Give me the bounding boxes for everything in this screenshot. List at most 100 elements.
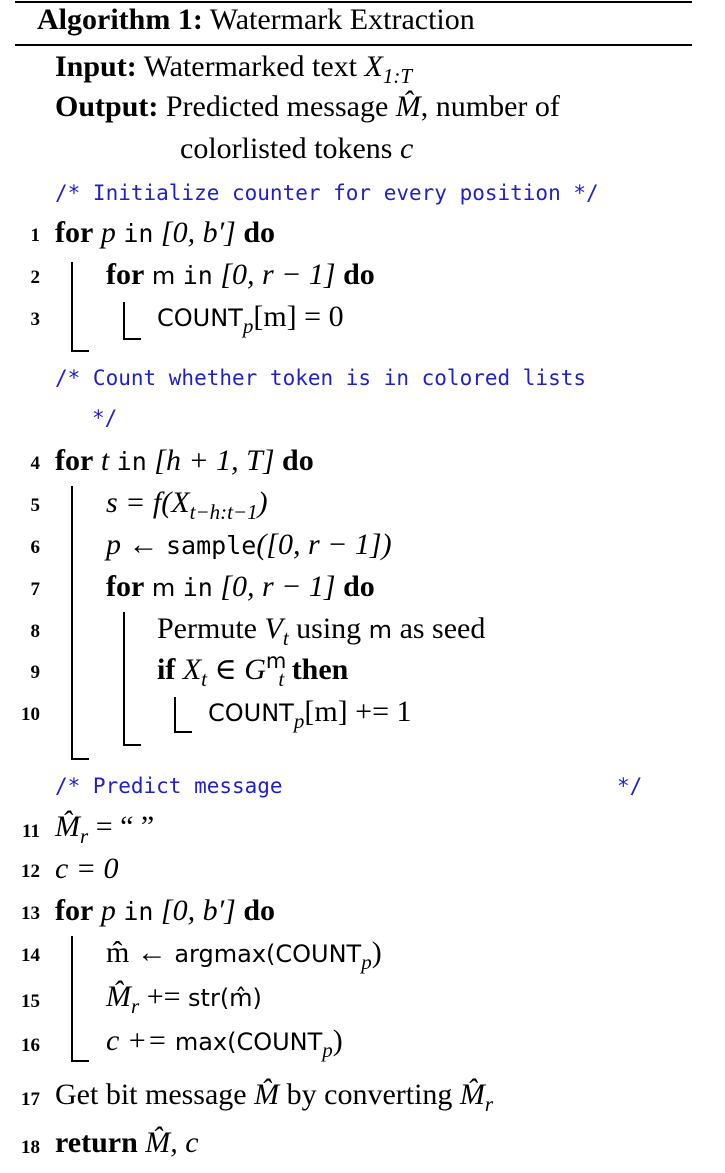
code-line-4: for t in [h + 1, T] do	[55, 446, 314, 476]
var: m	[151, 262, 176, 290]
line-number: 8	[30, 621, 41, 642]
vocab-var: V	[264, 612, 283, 645]
block-foot	[123, 744, 141, 746]
line-number: 6	[30, 537, 41, 558]
var: M̂	[106, 980, 131, 1013]
comment-initialize: /* Initialize counter for every position…	[55, 181, 599, 205]
comment-predict-end: */	[617, 774, 643, 798]
input-sub: 1:T	[382, 64, 413, 88]
var: X	[182, 653, 202, 686]
text: by converting	[286, 1078, 453, 1111]
paren: )	[257, 486, 268, 519]
title-rule	[15, 44, 692, 46]
text: Get bit message	[55, 1078, 247, 1111]
block-line	[71, 486, 73, 760]
line-number: 11	[22, 821, 40, 842]
range: [0, b′]	[160, 216, 236, 249]
fn-argmax: argmax(COUNT	[174, 940, 362, 968]
var: m	[368, 616, 393, 644]
kw-in: in	[123, 219, 154, 248]
sub: r	[484, 1092, 494, 1116]
arg: ([0, r − 1])	[256, 528, 392, 561]
algorithm-label: Algorithm 1:	[37, 3, 203, 36]
sub: t−h:t−1	[189, 500, 258, 524]
code-line-10: COUNTp[m] += 1	[208, 697, 411, 732]
algorithm-title: Algorithm 1: Watermark Extraction	[37, 5, 475, 35]
var: M̂	[145, 1126, 171, 1159]
var: p ←	[106, 528, 159, 561]
set: ∈ G	[214, 653, 266, 686]
fn-max: max(COUNT	[174, 1028, 323, 1056]
output-text: Predicted message	[165, 90, 389, 123]
sub: t	[282, 626, 289, 650]
text: Permute	[157, 612, 257, 645]
block-line	[123, 612, 125, 746]
comment-predict: /* Predict message	[55, 774, 283, 798]
count-var: COUNT	[157, 304, 243, 332]
kw-do: do	[282, 444, 314, 477]
line-number: 18	[21, 1137, 40, 1158]
kw-for: for	[55, 216, 94, 249]
var: M̂	[459, 1078, 485, 1111]
line-number: 1	[30, 225, 41, 246]
block-line	[71, 936, 73, 1062]
line-number: 16	[21, 1035, 40, 1056]
text: using	[296, 612, 362, 645]
output-var: M̂	[395, 90, 421, 123]
input-var: X	[364, 50, 383, 83]
sub: r	[80, 824, 89, 848]
line-number: 14	[21, 945, 40, 966]
code-line-18: return M̂, c	[55, 1128, 199, 1158]
sub: p	[322, 1038, 333, 1062]
line-number: 12	[21, 861, 40, 882]
code-line-5: s = f(Xt−h:t−1)	[106, 486, 268, 523]
var: p	[100, 894, 116, 927]
block-foot	[71, 350, 89, 352]
code-line-17: Get bit message M̂ by converting M̂r	[55, 1078, 493, 1115]
code-line-15: M̂r += str(m̂)	[106, 980, 262, 1017]
block-line	[71, 262, 73, 352]
range: [0, r − 1]	[220, 258, 336, 291]
range: [0, r − 1]	[220, 570, 336, 603]
sub: t	[278, 667, 285, 691]
var: p	[100, 216, 116, 249]
code-line-14: m̂ ← argmax(COUNTp)	[106, 936, 382, 973]
sup: m	[265, 649, 287, 673]
output-var2: c	[399, 132, 414, 165]
code-line-1: for p in [0, b′] do	[55, 218, 275, 248]
comment-count: /* Count whether token is in colored lis…	[55, 366, 587, 390]
kw-return: return	[55, 1126, 138, 1159]
sub: p	[242, 314, 254, 338]
input-line: Input: Watermarked text X1:T	[55, 50, 412, 87]
sub: p	[361, 950, 372, 974]
expr: s = f(X	[106, 486, 190, 519]
input-keyword: Input:	[55, 50, 137, 83]
code-line-11: M̂r = “ ”	[55, 810, 155, 847]
range: [h + 1, T]	[154, 444, 275, 477]
range: [0, b′]	[160, 894, 236, 927]
code-line-12: c = 0	[55, 852, 119, 885]
assign: m̂ ←	[106, 936, 167, 969]
line-number: 5	[30, 495, 41, 516]
sub: p	[293, 709, 305, 733]
kw-do: do	[343, 570, 375, 603]
kw-do: do	[243, 894, 276, 927]
output-line-2: colorlisted tokens c	[180, 134, 413, 164]
output-text2: , number of	[420, 90, 560, 123]
output-text3: colorlisted tokens	[180, 132, 393, 165]
var: M̂	[254, 1078, 280, 1111]
kw-do: do	[243, 216, 276, 249]
line-number: 4	[30, 453, 41, 474]
code-line-13: for p in [0, b′] do	[55, 896, 275, 926]
var: m	[151, 574, 176, 602]
paren: )	[371, 936, 382, 969]
assign: = “ ”	[95, 810, 155, 843]
block-foot	[71, 758, 89, 760]
var: t	[100, 444, 110, 477]
sub: t	[201, 667, 207, 691]
output-keyword: Output:	[55, 90, 159, 123]
var: , c	[170, 1126, 199, 1159]
line-number: 13	[21, 903, 40, 924]
line-number: 15	[21, 991, 40, 1012]
block-foot	[71, 1060, 89, 1062]
